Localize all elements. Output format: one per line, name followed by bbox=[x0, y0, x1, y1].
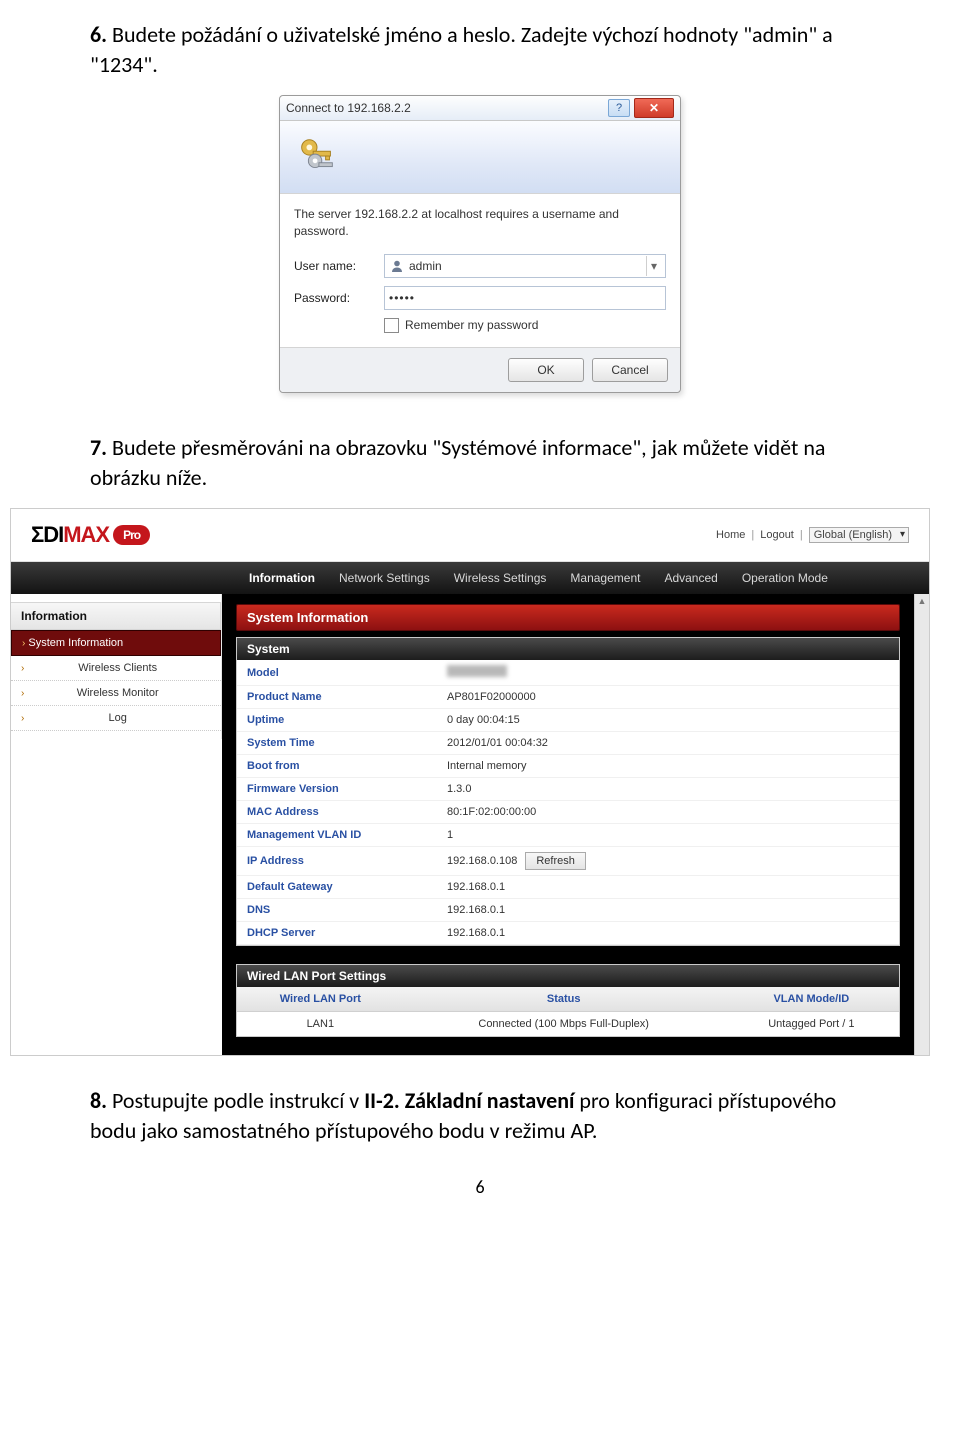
nav-wireless-settings[interactable]: Wireless Settings bbox=[454, 571, 547, 585]
remember-row[interactable]: Remember my password bbox=[384, 318, 666, 333]
auth-message: The server 192.168.2.2 at localhost requ… bbox=[294, 206, 666, 240]
lan-th-vlan: VLAN Mode/ID bbox=[724, 987, 899, 1012]
ok-button[interactable]: OK bbox=[508, 358, 584, 382]
step-text-7: Budete přesměrováni na obrazovku "Systém… bbox=[90, 434, 825, 491]
password-value: ••••• bbox=[389, 291, 661, 305]
dropdown-icon[interactable]: ▾ bbox=[646, 256, 661, 276]
sidebar-title: Information bbox=[11, 602, 221, 630]
system-panel: System Model Product NameAP801F02000000 … bbox=[236, 637, 900, 946]
username-input[interactable]: admin ▾ bbox=[384, 254, 666, 278]
nav-management[interactable]: Management bbox=[570, 571, 640, 585]
table-row: DNS192.168.0.1 bbox=[237, 899, 899, 922]
lan-panel-head: Wired LAN Port Settings bbox=[237, 965, 899, 987]
step-number-7: 7. bbox=[90, 434, 107, 461]
system-panel-head: System bbox=[237, 638, 899, 660]
top-links: Home | Logout | Global (English) bbox=[716, 527, 909, 543]
blurred-model bbox=[447, 665, 507, 677]
paragraph-6: 6. Budete požádání o uživatelské jméno a… bbox=[90, 20, 870, 79]
lan-table: Wired LAN Port Status VLAN Mode/ID LAN1 … bbox=[237, 987, 899, 1036]
nav-operation-mode[interactable]: Operation Mode bbox=[742, 571, 828, 585]
step-number-6: 6. bbox=[90, 21, 107, 48]
nav-advanced[interactable]: Advanced bbox=[664, 571, 717, 585]
auth-banner bbox=[280, 121, 680, 194]
auth-title: Connect to 192.168.2.2 bbox=[286, 101, 411, 115]
lan-th-port: Wired LAN Port bbox=[237, 987, 404, 1012]
scrollbar[interactable]: ▲ bbox=[914, 594, 929, 1055]
username-label: User name: bbox=[294, 259, 384, 273]
remember-label: Remember my password bbox=[405, 318, 538, 332]
lan-panel: Wired LAN Port Settings Wired LAN Port S… bbox=[236, 964, 900, 1037]
auth-titlebar: Connect to 192.168.2.2 ? ✕ bbox=[280, 96, 680, 121]
table-row: Boot fromInternal memory bbox=[237, 755, 899, 778]
table-row: MAC Address80:1F:02:00:00:00 bbox=[237, 801, 899, 824]
step-text-8a: Postupujte podle instrukcí v bbox=[107, 1087, 364, 1114]
sidebar-item-system-information[interactable]: › System Information bbox=[11, 630, 221, 656]
sidebar-item-wireless-monitor[interactable]: ›Wireless Monitor bbox=[11, 681, 221, 706]
table-row: DHCP Server192.168.0.1 bbox=[237, 922, 899, 945]
remember-checkbox[interactable] bbox=[384, 318, 399, 333]
system-table: Model Product NameAP801F02000000 Uptime0… bbox=[237, 660, 899, 945]
edimax-logo: ΣDIMAX Pro bbox=[31, 522, 150, 548]
language-select[interactable]: Global (English) bbox=[809, 527, 909, 543]
auth-dialog: Connect to 192.168.2.2 ? ✕ The server 19… bbox=[279, 95, 681, 393]
table-row: System Time2012/01/01 00:04:32 bbox=[237, 732, 899, 755]
pro-badge: Pro bbox=[113, 525, 150, 545]
section-title: System Information bbox=[236, 604, 900, 631]
router-admin-screenshot: ΣDIMAX Pro Home | Logout | Global (Engli… bbox=[10, 508, 930, 1056]
page-number: 6 bbox=[90, 1176, 870, 1198]
table-row: Default Gateway192.168.0.1 bbox=[237, 876, 899, 899]
step-number-8: 8. bbox=[90, 1087, 107, 1114]
help-icon[interactable]: ? bbox=[608, 99, 630, 117]
content-area: System Information System Model Product … bbox=[222, 594, 914, 1055]
password-label: Password: bbox=[294, 291, 384, 305]
table-row: Management VLAN ID1 bbox=[237, 824, 899, 847]
user-icon bbox=[389, 258, 405, 274]
lan-th-status: Status bbox=[404, 987, 724, 1012]
table-row: Model bbox=[237, 660, 899, 686]
keys-icon bbox=[294, 134, 340, 180]
paragraph-7: 7. Budete přesměrováni na obrazovku "Sys… bbox=[90, 433, 870, 492]
table-row: LAN1 Connected (100 Mbps Full-Duplex) Un… bbox=[237, 1012, 899, 1037]
scroll-up-icon[interactable]: ▲ bbox=[915, 594, 929, 608]
home-link[interactable]: Home bbox=[716, 529, 745, 541]
nav-network-settings[interactable]: Network Settings bbox=[339, 571, 430, 585]
table-row: IP Address192.168.0.108Refresh bbox=[237, 847, 899, 876]
paragraph-8: 8. Postupujte podle instrukcí v II-2. Zá… bbox=[90, 1086, 870, 1145]
table-row: Uptime0 day 00:04:15 bbox=[237, 709, 899, 732]
table-row: Product NameAP801F02000000 bbox=[237, 686, 899, 709]
refresh-button[interactable]: Refresh bbox=[525, 852, 586, 870]
close-icon[interactable]: ✕ bbox=[634, 98, 674, 118]
sidebar: Information › System Information ›Wirele… bbox=[11, 594, 222, 739]
step-bold-8: II-2. Základní nastavení bbox=[364, 1087, 574, 1114]
nav-information[interactable]: Information bbox=[249, 571, 315, 585]
step-text-6: Budete požádání o uživatelské jméno a he… bbox=[90, 21, 833, 78]
password-input[interactable]: ••••• bbox=[384, 286, 666, 310]
table-row: Firmware Version1.3.0 bbox=[237, 778, 899, 801]
sidebar-item-wireless-clients[interactable]: ›Wireless Clients bbox=[11, 656, 221, 681]
cancel-button[interactable]: Cancel bbox=[592, 358, 668, 382]
username-value: admin bbox=[409, 259, 646, 273]
sidebar-item-log[interactable]: ›Log bbox=[11, 706, 221, 731]
main-nav: Information Network Settings Wireless Se… bbox=[11, 562, 929, 594]
logout-link[interactable]: Logout bbox=[760, 529, 794, 541]
